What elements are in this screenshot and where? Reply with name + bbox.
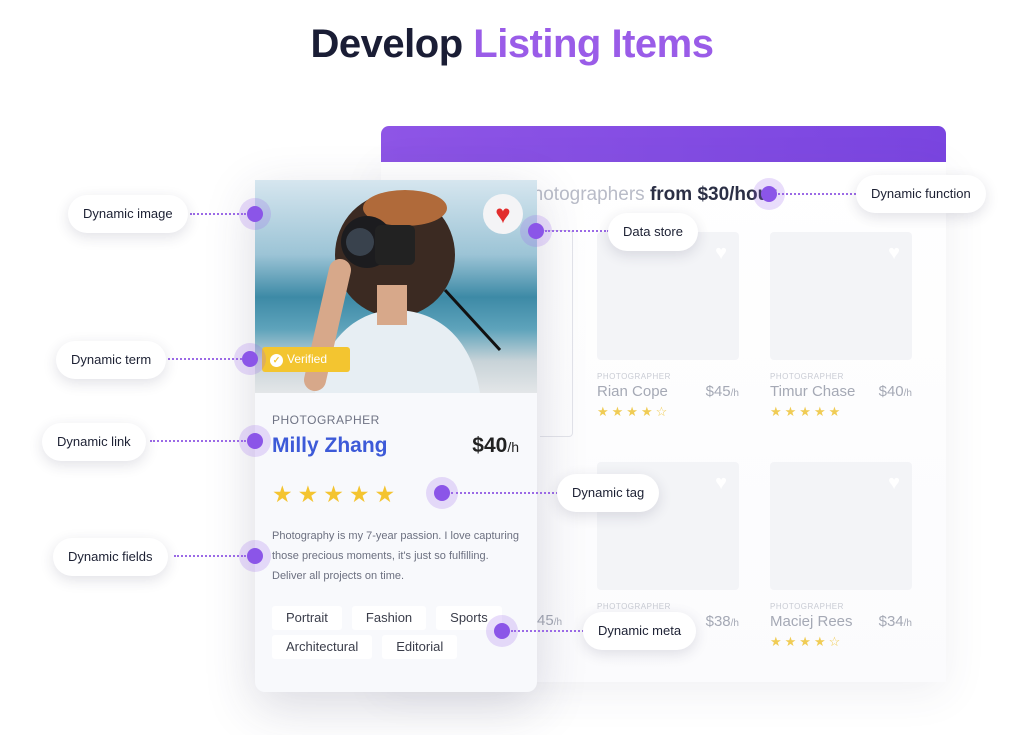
label-dynamic-meta: Dynamic meta — [583, 612, 697, 650]
label-dynamic-term: Dynamic term — [56, 341, 167, 379]
listing-name[interactable]: Maciej Rees — [770, 613, 853, 630]
connector — [150, 440, 246, 442]
listing-price: $40/h — [878, 383, 912, 400]
listing-name[interactable]: Timur Chase — [770, 383, 855, 400]
marker-dot — [486, 615, 518, 647]
listing-price: $45/h — [705, 383, 739, 400]
tag[interactable]: Editorial — [382, 635, 458, 659]
partial-price: 45/h — [537, 612, 563, 629]
verified-badge: ✓ Verified — [262, 347, 350, 372]
label-dynamic-image: Dynamic image — [68, 195, 188, 233]
connector — [190, 213, 246, 215]
connector — [174, 555, 246, 557]
listing-price: $40/h — [472, 434, 519, 457]
label-dynamic-fields: Dynamic fields — [53, 538, 168, 576]
listing-name[interactable]: Rian Cope — [597, 383, 668, 400]
tag[interactable]: Fashion — [351, 606, 427, 630]
marker-dot — [239, 425, 271, 457]
star-rating: ★★★★★ — [272, 481, 401, 507]
label-dynamic-link: Dynamic link — [42, 423, 146, 461]
listing-role: PHOTOGRAPHER — [272, 413, 380, 427]
hidden-card-outline — [540, 230, 573, 437]
connector — [451, 492, 558, 494]
featured-listing-card[interactable]: ♥ ✓ Verified PHOTOGRAPHER Milly Zhang $40… — [255, 180, 537, 692]
connector — [511, 630, 584, 632]
marker-dot — [753, 178, 785, 210]
listing-card[interactable]: ♥ PHOTOGRAPHER Maciej Rees $34/h ★★★★☆ — [770, 462, 912, 650]
marker-dot — [520, 215, 552, 247]
listing-description: Photography is my 7-year passion. I love… — [272, 530, 520, 582]
connector — [778, 193, 856, 195]
heart-icon[interactable]: ♥ — [715, 472, 727, 495]
connector — [545, 230, 609, 232]
star-rating: ★★★★☆ — [597, 404, 671, 419]
heart-icon[interactable]: ♥ — [715, 242, 727, 265]
listing-image: ♥ — [597, 232, 739, 360]
listing-card[interactable]: ♥ PHOTOGRAPHER Timur Chase $40/h ★★★★★ — [770, 232, 912, 420]
heart-icon[interactable]: ♥ — [888, 242, 900, 265]
listing-price: $34/h — [878, 613, 912, 630]
marker-dot — [239, 540, 271, 572]
listing-image: ♥ — [770, 232, 912, 360]
connector — [168, 358, 242, 360]
label-dynamic-tag: Dynamic tag — [557, 474, 660, 512]
page-title: Develop Listing Items — [310, 22, 714, 66]
tag[interactable]: Portrait — [272, 606, 342, 630]
star-rating: ★★★★★ — [770, 404, 844, 419]
heart-icon[interactable]: ♥ — [888, 472, 900, 495]
tag[interactable]: Architectural — [272, 635, 373, 659]
check-circle-icon: ✓ — [270, 354, 283, 367]
label-data-store: Data store — [608, 213, 698, 251]
marker-dot — [426, 477, 458, 509]
listing-card[interactable]: ♥ PHOTOGRAPHER Rian Cope $45/h ★★★★☆ — [597, 232, 739, 420]
tag-list: Portrait Fashion Sports Architectural Ed… — [272, 606, 522, 659]
listing-header-bar — [381, 126, 946, 163]
label-dynamic-function: Dynamic function — [856, 175, 986, 213]
listing-price: $38/h — [705, 613, 739, 630]
heart-icon[interactable]: ♥ — [483, 194, 523, 234]
marker-dot — [239, 198, 271, 230]
marker-dot — [234, 343, 266, 375]
listing-image: ♥ — [770, 462, 912, 590]
star-rating: ★★★★☆ — [770, 634, 844, 649]
listing-name-link[interactable]: Milly Zhang — [272, 434, 388, 458]
listing-heading: Photographers from $30/hour — [520, 184, 777, 205]
photographer-photo: ♥ ✓ Verified — [255, 180, 537, 393]
